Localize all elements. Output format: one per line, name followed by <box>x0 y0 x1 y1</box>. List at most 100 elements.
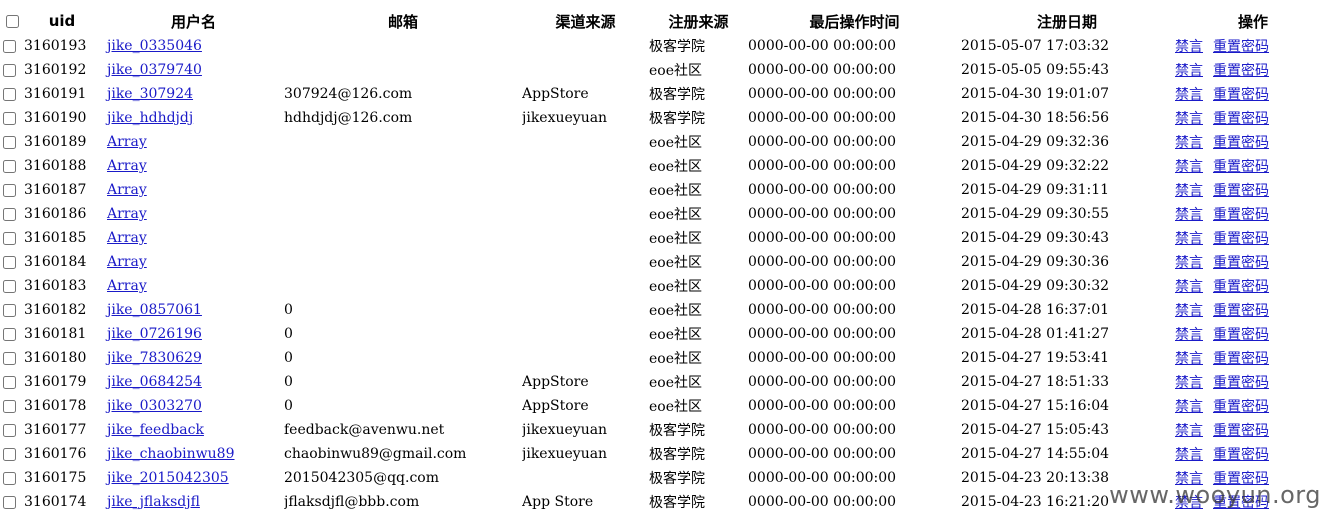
row-checkbox[interactable] <box>3 471 16 485</box>
reset-password-link[interactable]: 重置密码 <box>1213 423 1269 439</box>
reset-password-link[interactable]: 重置密码 <box>1213 279 1269 295</box>
ban-link[interactable]: 禁言 <box>1175 423 1203 439</box>
row-checkbox[interactable] <box>3 87 16 101</box>
row-checkbox[interactable] <box>3 303 16 317</box>
row-checkbox[interactable] <box>3 423 16 437</box>
reset-password-link[interactable]: 重置密码 <box>1213 471 1269 487</box>
ban-link[interactable]: 禁言 <box>1175 471 1203 487</box>
reset-password-link[interactable]: 重置密码 <box>1213 399 1269 415</box>
username-link[interactable]: Array <box>107 182 147 198</box>
column-header-uid[interactable]: uid <box>21 8 103 34</box>
row-checkbox[interactable] <box>3 495 16 509</box>
username-link[interactable]: Array <box>107 254 147 270</box>
row-checkbox[interactable] <box>3 159 16 173</box>
column-header-email[interactable]: 邮箱 <box>284 8 522 34</box>
ban-link[interactable]: 禁言 <box>1175 351 1203 367</box>
username-link[interactable]: Array <box>107 134 147 150</box>
username-link[interactable]: jike_7830629 <box>107 350 202 366</box>
username-link[interactable]: jike_chaobinwu89 <box>107 446 235 462</box>
reset-password-link[interactable]: 重置密码 <box>1213 207 1269 223</box>
reset-password-link[interactable]: 重置密码 <box>1213 135 1269 151</box>
row-select-cell <box>0 298 21 322</box>
reset-password-link[interactable]: 重置密码 <box>1213 375 1269 391</box>
ban-link[interactable]: 禁言 <box>1175 183 1203 199</box>
column-header-reg-source[interactable]: 注册来源 <box>649 8 748 34</box>
username-cell: jike_2015042305 <box>103 466 284 490</box>
reset-password-link[interactable]: 重置密码 <box>1213 39 1269 55</box>
reset-password-link[interactable]: 重置密码 <box>1213 159 1269 175</box>
reg-source-cell: eoe社区 <box>649 135 702 151</box>
username-link[interactable]: jike_0726196 <box>107 326 202 342</box>
row-checkbox[interactable] <box>3 111 16 125</box>
username-link[interactable]: jike_feedback <box>107 422 204 438</box>
row-select-cell <box>0 202 21 226</box>
row-checkbox[interactable] <box>3 207 16 221</box>
reset-password-link[interactable]: 重置密码 <box>1213 327 1269 343</box>
row-checkbox[interactable] <box>3 231 16 245</box>
ban-link[interactable]: 禁言 <box>1175 447 1203 463</box>
ban-link[interactable]: 禁言 <box>1175 327 1203 343</box>
row-checkbox[interactable] <box>3 63 16 77</box>
reset-password-link[interactable]: 重置密码 <box>1213 495 1269 511</box>
reset-password-link[interactable]: 重置密码 <box>1213 231 1269 247</box>
row-checkbox[interactable] <box>3 255 16 269</box>
row-checkbox[interactable] <box>3 279 16 293</box>
column-header-channel[interactable]: 渠道来源 <box>522 8 649 34</box>
ban-link[interactable]: 禁言 <box>1175 255 1203 271</box>
ban-link[interactable]: 禁言 <box>1175 135 1203 151</box>
ban-link[interactable]: 禁言 <box>1175 495 1203 511</box>
ban-link[interactable]: 禁言 <box>1175 399 1203 415</box>
reset-password-link[interactable]: 重置密码 <box>1213 303 1269 319</box>
ban-link[interactable]: 禁言 <box>1175 207 1203 223</box>
row-checkbox[interactable] <box>3 135 16 149</box>
row-select-cell <box>0 442 21 466</box>
reg-date-cell: 2015-04-23 16:21:20 <box>961 494 1110 510</box>
reset-password-link[interactable]: 重置密码 <box>1213 63 1269 79</box>
reset-password-link[interactable]: 重置密码 <box>1213 183 1269 199</box>
email-cell <box>284 178 522 202</box>
ban-link[interactable]: 禁言 <box>1175 375 1203 391</box>
reset-password-link[interactable]: 重置密码 <box>1213 255 1269 271</box>
row-checkbox[interactable] <box>3 39 16 53</box>
email-cell <box>284 250 522 274</box>
select-all-checkbox[interactable] <box>5 15 19 28</box>
ban-link[interactable]: 禁言 <box>1175 39 1203 55</box>
ban-link[interactable]: 禁言 <box>1175 63 1203 79</box>
row-checkbox[interactable] <box>3 351 16 365</box>
ban-link[interactable]: 禁言 <box>1175 279 1203 295</box>
row-checkbox[interactable] <box>3 399 16 413</box>
username-link[interactable]: jike_jflaksdjfl <box>107 494 200 510</box>
row-checkbox[interactable] <box>3 447 16 461</box>
username-link[interactable]: jike_0684254 <box>107 374 202 390</box>
username-link[interactable]: Array <box>107 158 147 174</box>
username-link[interactable]: jike_0335046 <box>107 38 202 54</box>
ban-link[interactable]: 禁言 <box>1175 231 1203 247</box>
reg-source-cell: eoe社区 <box>649 375 702 391</box>
ban-link[interactable]: 禁言 <box>1175 303 1203 319</box>
username-link[interactable]: Array <box>107 230 147 246</box>
username-link[interactable]: jike_0303270 <box>107 398 202 414</box>
actions-cell: 禁言 重置密码 <box>1173 106 1333 130</box>
reset-password-link[interactable]: 重置密码 <box>1213 87 1269 103</box>
username-link[interactable]: jike_307924 <box>107 86 193 102</box>
username-link[interactable]: jike_2015042305 <box>107 470 229 486</box>
ban-link[interactable]: 禁言 <box>1175 159 1203 175</box>
column-header-last-op[interactable]: 最后操作时间 <box>748 8 961 34</box>
reg-source-cell: eoe社区 <box>649 351 702 367</box>
username-link[interactable]: jike_0857061 <box>107 302 202 318</box>
uid-cell: 3160184 <box>24 254 87 270</box>
column-header-reg-date[interactable]: 注册日期 <box>961 8 1173 34</box>
username-link[interactable]: Array <box>107 206 147 222</box>
username-link[interactable]: jike_hdhdjdj <box>107 110 193 126</box>
ban-link[interactable]: 禁言 <box>1175 111 1203 127</box>
ban-link[interactable]: 禁言 <box>1175 87 1203 103</box>
reset-password-link[interactable]: 重置密码 <box>1213 351 1269 367</box>
username-link[interactable]: Array <box>107 278 147 294</box>
row-checkbox[interactable] <box>3 327 16 341</box>
username-link[interactable]: jike_0379740 <box>107 62 202 78</box>
row-checkbox[interactable] <box>3 375 16 389</box>
row-checkbox[interactable] <box>3 183 16 197</box>
reset-password-link[interactable]: 重置密码 <box>1213 111 1269 127</box>
column-header-username[interactable]: 用户名 <box>103 8 284 34</box>
reset-password-link[interactable]: 重置密码 <box>1213 447 1269 463</box>
